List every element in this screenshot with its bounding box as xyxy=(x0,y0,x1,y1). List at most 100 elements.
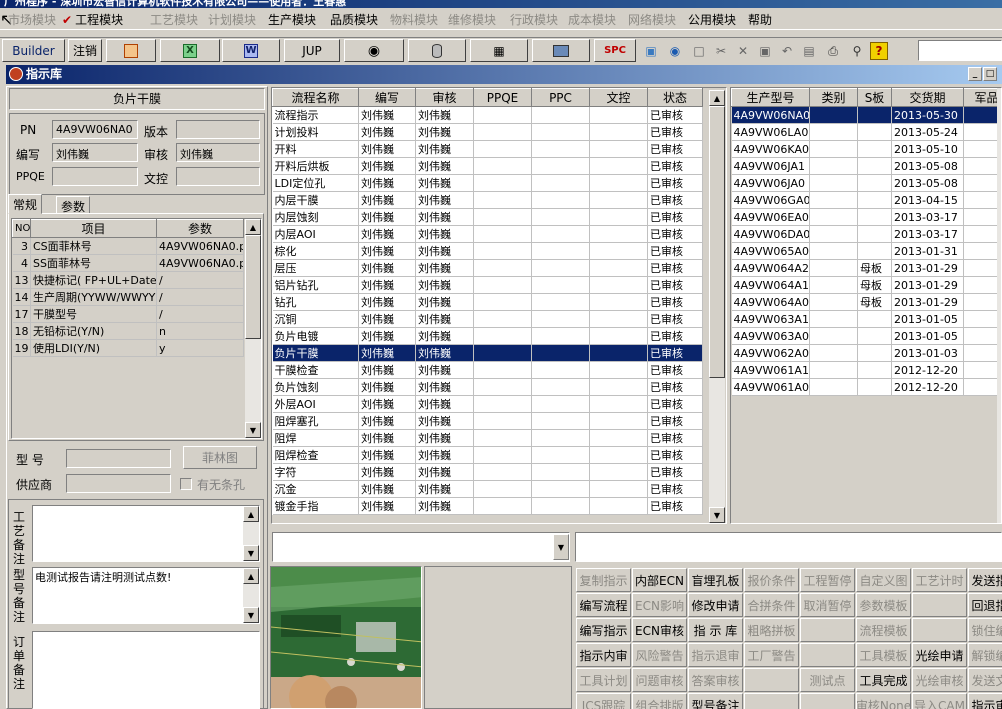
minimize-button[interactable]: _ xyxy=(968,67,982,81)
col-flow-writer[interactable]: 编写 xyxy=(358,88,416,107)
action-button-0-1[interactable]: 内部ECN xyxy=(632,568,687,592)
tab-general[interactable]: 常规 xyxy=(8,194,43,214)
scroll-up-icon[interactable]: ▲ xyxy=(243,506,259,522)
jup-button[interactable]: JUP xyxy=(284,39,340,62)
table-row[interactable]: 铝片钻孔 刘伟巍 刘伟巍 已审核 xyxy=(272,276,703,294)
action-button-5-5[interactable]: 审核None xyxy=(856,693,911,709)
params-scrollbar[interactable]: ▲ ▼ xyxy=(245,219,261,438)
action-button-5-2[interactable]: 型号备注 xyxy=(688,693,743,709)
table-row[interactable]: LDI定位孔 刘伟巍 刘伟巍 已审核 xyxy=(272,174,703,192)
table-row[interactable]: 4A9VW06DA0 2013-03-17 xyxy=(731,225,1001,243)
wenkong-field[interactable] xyxy=(176,167,260,186)
action-button-3-6[interactable]: 光绘申请 xyxy=(912,643,967,667)
action-button-1-6[interactable] xyxy=(912,593,967,617)
pn-field[interactable]: 4A9VW06NA0 xyxy=(52,120,138,139)
action-button-4-2[interactable]: 答案审核 xyxy=(688,668,743,692)
process-note-scrollbar[interactable]: ▲ ▼ xyxy=(243,506,259,561)
film-button[interactable]: 菲林图 xyxy=(183,446,257,469)
menu-item-8[interactable]: 行政模块 xyxy=(510,11,558,28)
col-flow-status[interactable]: 状态 xyxy=(647,88,703,107)
view-button[interactable]: ◉ xyxy=(344,39,404,62)
menu-item-11[interactable]: 公用模块 xyxy=(688,11,736,28)
supplier-field[interactable] xyxy=(66,474,171,493)
scroll-down-icon[interactable]: ▼ xyxy=(243,607,259,623)
action-button-0-6[interactable]: 工艺计时 xyxy=(912,568,967,592)
col-item[interactable]: 项目 xyxy=(30,219,157,238)
action-button-4-3[interactable] xyxy=(744,668,799,692)
table-row[interactable]: 4A9VW06EA0 2013-03-17 xyxy=(731,208,1001,226)
table-row[interactable]: 计划投料 刘伟巍 刘伟巍 已审核 xyxy=(272,123,703,141)
action-button-3-0[interactable]: 指示内审 xyxy=(576,643,631,667)
table-row[interactable]: 沉铜 刘伟巍 刘伟巍 已审核 xyxy=(272,310,703,328)
excel-button[interactable]: X xyxy=(160,39,220,62)
table-row[interactable]: 阻焊塞孔 刘伟巍 刘伟巍 已审核 xyxy=(272,412,703,430)
scroll-down-icon[interactable]: ▼ xyxy=(245,422,261,438)
action-button-5-4[interactable] xyxy=(800,693,855,709)
menu-item-10[interactable]: 网络模块 xyxy=(628,11,676,28)
col-flow-ppqe[interactable]: PPQE xyxy=(473,88,532,107)
col-flow-wenkong[interactable]: 文控 xyxy=(589,88,648,107)
action-button-4-5[interactable]: 工具完成 xyxy=(856,668,911,692)
scroll-up-icon[interactable]: ▲ xyxy=(245,219,261,235)
network-button[interactable]: ▦ xyxy=(470,39,528,62)
table-row[interactable]: 14 生产周期(YYWW/WWYY) / xyxy=(12,288,244,306)
action-button-1-4[interactable]: 取消暂停 xyxy=(800,593,855,617)
table-row[interactable]: 负片干膜 刘伟巍 刘伟巍 已审核 xyxy=(272,344,703,362)
table-row[interactable]: 4A9VW06JA0 2013-05-08 xyxy=(731,174,1001,192)
table-row[interactable]: 4A9VW061A1 2012-12-20 xyxy=(731,361,1001,379)
word-button[interactable]: W xyxy=(222,39,280,62)
action-button-4-7[interactable]: 发送文控 xyxy=(968,668,1002,692)
table-row[interactable]: 负片蚀刻 刘伟巍 刘伟巍 已审核 xyxy=(272,378,703,396)
find-icon[interactable]: ⚲ xyxy=(848,42,866,60)
database-button[interactable] xyxy=(408,39,466,62)
col-delivery[interactable]: 交货期 xyxy=(891,88,964,107)
action-button-2-1[interactable]: ECN审核 xyxy=(632,618,687,642)
action-button-4-1[interactable]: 问题审核 xyxy=(632,668,687,692)
col-flow-reviewer[interactable]: 审核 xyxy=(415,88,474,107)
action-button-0-5[interactable]: 自定义图 xyxy=(856,568,911,592)
menu-item-7[interactable]: 维修模块 xyxy=(448,11,496,28)
action-button-0-2[interactable]: 盲埋孔板 xyxy=(688,568,743,592)
table-row[interactable]: 4SS面菲林号4A9VW06NA0.plr xyxy=(12,254,244,272)
table-row[interactable]: 干膜检查 刘伟巍 刘伟巍 已审核 xyxy=(272,361,703,379)
writer-field[interactable]: 刘伟巍 xyxy=(52,143,138,162)
nostrip-checkbox[interactable] xyxy=(180,478,192,490)
table-row[interactable]: 4A9VW063A0 2013-01-05 xyxy=(731,327,1001,345)
action-button-1-2[interactable]: 修改申请 xyxy=(688,593,743,617)
scroll-down-icon[interactable]: ▼ xyxy=(243,545,259,561)
menu-item-12[interactable]: 帮助 xyxy=(748,11,772,28)
action-button-5-7[interactable]: 指示审核 xyxy=(968,693,1002,709)
table-row[interactable]: 4A9VW065A0 2013-01-31 xyxy=(731,242,1001,260)
print-icon[interactable]: ⎙ xyxy=(824,42,842,60)
action-button-5-6[interactable]: 导入CAM xyxy=(912,693,967,709)
menu-item-0[interactable]: 市场模块 xyxy=(8,11,56,28)
menu-item-3[interactable]: 计划模块 xyxy=(208,11,256,28)
table-row[interactable]: 开料后烘板 刘伟巍 刘伟巍 已审核 xyxy=(272,157,703,175)
action-button-4-0[interactable]: 工具计划 xyxy=(576,668,631,692)
action-button-4-4[interactable]: 测试点 xyxy=(800,668,855,692)
table-row[interactable]: 镀金手指 刘伟巍 刘伟巍 已审核 xyxy=(272,497,703,515)
action-button-1-7[interactable]: 回退指示 xyxy=(968,593,1002,617)
table-row[interactable]: 层压 刘伟巍 刘伟巍 已审核 xyxy=(272,259,703,277)
table-row[interactable]: 4A9VW06NA0 2013-05-30 xyxy=(731,106,1001,124)
table-row[interactable]: 内层干膜 刘伟巍 刘伟巍 已审核 xyxy=(272,191,703,209)
model-note-scrollbar[interactable]: ▲ ▼ xyxy=(243,568,259,623)
table-row[interactable]: 钻孔 刘伟巍 刘伟巍 已审核 xyxy=(272,293,703,311)
table-row[interactable]: 4A9VW064A1 母板 2013-01-29 xyxy=(731,276,1001,294)
table-row[interactable]: 棕化 刘伟巍 刘伟巍 已审核 xyxy=(272,242,703,260)
menu-item-6[interactable]: 物料模块 xyxy=(390,11,438,28)
action-button-4-6[interactable]: 光绘审核 xyxy=(912,668,967,692)
help-icon[interactable]: ? xyxy=(870,42,888,60)
col-category[interactable]: 类别 xyxy=(809,88,858,107)
action-button-0-0[interactable]: 复制指示 xyxy=(576,568,631,592)
table-row[interactable]: 18 无铅标记(Y/N) n xyxy=(12,322,244,340)
table-row[interactable]: 4A9VW063A1 2013-01-05 xyxy=(731,310,1001,328)
table-row[interactable]: 13 快捷标记( FP+UL+DateC / xyxy=(12,271,244,289)
action-button-2-3[interactable]: 粗略拼板 xyxy=(744,618,799,642)
action-button-3-4[interactable] xyxy=(800,643,855,667)
scroll-thumb[interactable] xyxy=(245,235,261,339)
table-row[interactable]: 4A9VW06GA0 2013-04-15 xyxy=(731,191,1001,209)
action-button-1-1[interactable]: ECN影响 xyxy=(632,593,687,617)
table-row[interactable]: 4A9VW061A0 2012-12-20 xyxy=(731,378,1001,396)
menu-item-9[interactable]: 成本模块 xyxy=(568,11,616,28)
